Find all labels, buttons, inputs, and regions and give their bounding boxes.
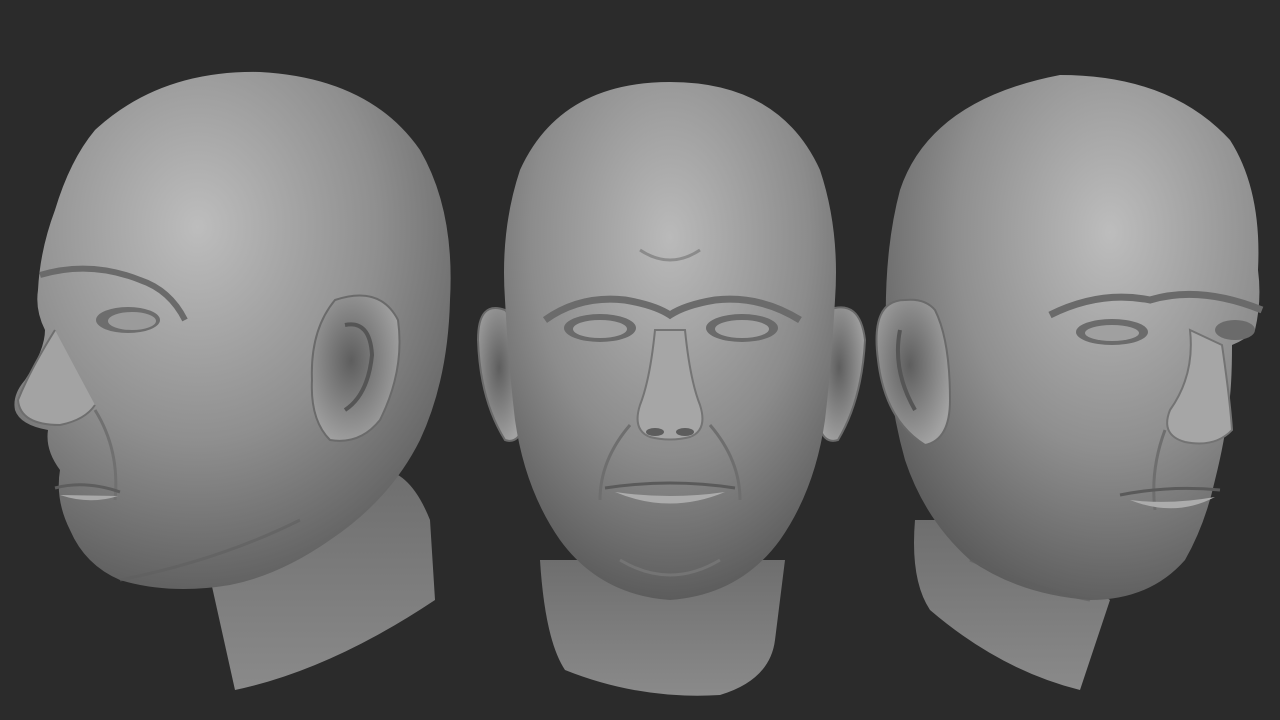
head-turnaround-render: [14, 71, 1264, 696]
sculpt-render-canvas: [0, 0, 1280, 720]
head-view-left: [14, 71, 451, 690]
head-view-right: [875, 75, 1264, 690]
eyeball-right-view-near: [1085, 325, 1139, 341]
nostril-front-right: [676, 428, 694, 436]
eyeball-front-left: [573, 320, 627, 338]
eyeball-front-right: [715, 320, 769, 338]
eye-right-view-far: [1215, 320, 1255, 340]
eyeball-left-view: [108, 312, 156, 330]
ear-right-view: [875, 298, 952, 447]
head-view-front: [476, 82, 867, 696]
nostril-front-left: [646, 428, 664, 436]
